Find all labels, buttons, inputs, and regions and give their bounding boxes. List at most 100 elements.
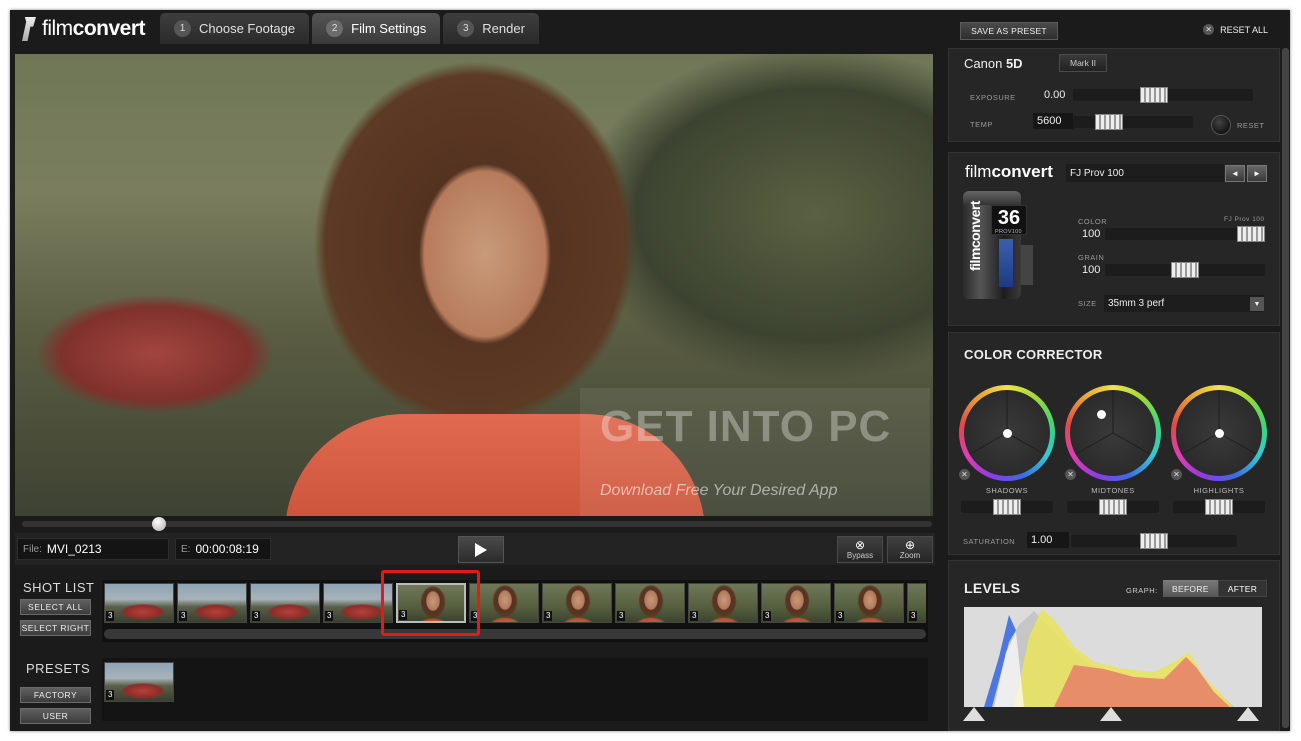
film-stock-panel: filmconvert FJ Prov 100 ◄ ► 36 PROV100 f… [948, 152, 1280, 326]
camera-variant-button[interactable]: Mark II [1059, 54, 1107, 72]
close-icon[interactable]: ✕ [1065, 469, 1076, 480]
right-panel-scrollbar[interactable] [1282, 48, 1289, 728]
camera-make: Canon [964, 56, 1003, 71]
midpoint-marker[interactable] [1100, 707, 1122, 721]
shot-thumbnail[interactable]: 3 [688, 583, 758, 623]
temp-slider[interactable] [1073, 114, 1193, 130]
color-slider-handle[interactable] [1237, 226, 1265, 242]
wheel-guides [1075, 390, 1151, 455]
tab-render[interactable]: 3 Render [443, 13, 539, 44]
saturation-value[interactable]: 1.00 [1027, 532, 1069, 548]
shot-thumbnail[interactable]: 3 [907, 583, 926, 623]
grain-value[interactable]: 100 [1082, 264, 1100, 276]
black-point-marker[interactable] [963, 707, 985, 721]
exposure-slider[interactable] [1073, 87, 1253, 103]
graph-label: GRAPH: [1126, 586, 1158, 595]
exposure-value[interactable]: 0.00 [1044, 89, 1065, 101]
saturation-label: SATURATION [963, 537, 1016, 546]
exposure-slider-handle[interactable] [1140, 87, 1168, 103]
save-as-preset-button[interactable]: SAVE AS PRESET [960, 22, 1058, 40]
chevron-down-icon[interactable]: ▼ [1250, 297, 1264, 311]
size-label: SIZE [1078, 299, 1097, 308]
film-logo-bold: convert [991, 162, 1053, 181]
camera-model: 5D [1005, 56, 1023, 71]
color-wheel[interactable] [1171, 385, 1267, 481]
reset-all-button[interactable]: ✕ RESET ALL [1203, 24, 1268, 35]
close-icon[interactable]: ✕ [959, 469, 970, 480]
wheel-slider[interactable] [1173, 499, 1265, 515]
zoom-button[interactable]: ⊕ Zoom [887, 536, 933, 563]
shot-thumbnail[interactable]: 3 [250, 583, 320, 623]
color-wheel[interactable] [1065, 385, 1161, 481]
shot-count: 3 [836, 611, 845, 621]
wheel-handle[interactable] [1097, 409, 1107, 419]
wheel-handle[interactable] [1214, 428, 1224, 438]
white-point-marker[interactable] [1237, 707, 1259, 721]
shot-thumbnail[interactable]: 3 [104, 583, 174, 623]
film-size-value: 35mm 3 perf [1108, 298, 1165, 309]
shot-thumbnail[interactable]: 3 [542, 583, 612, 623]
scrubber-handle[interactable] [151, 517, 166, 531]
wheel-slider-handle[interactable] [993, 499, 1021, 515]
timecode: 00:00:08:19 [195, 542, 259, 556]
wheel-slider[interactable] [1067, 499, 1159, 515]
color-corrector-title: COLOR CORRECTOR [964, 347, 1103, 362]
wheel-label: SHADOWS [985, 486, 1029, 495]
bypass-label: Bypass [846, 551, 874, 560]
color-slider[interactable] [1105, 226, 1265, 242]
color-wheel[interactable] [959, 385, 1055, 481]
tab-number: 2 [326, 20, 344, 37]
wheel-slider[interactable] [961, 499, 1053, 515]
camera-reset-knob[interactable] [1211, 115, 1231, 135]
film-size-select[interactable]: 35mm 3 perf [1104, 295, 1264, 312]
shot-thumbnail[interactable]: 3 [615, 583, 685, 623]
saturation-slider[interactable] [1071, 533, 1237, 549]
timeline-scrubber[interactable] [22, 517, 932, 531]
close-icon[interactable]: ✕ [1171, 469, 1182, 480]
grain-slider[interactable] [1105, 262, 1265, 278]
saturation-slider-handle[interactable] [1140, 533, 1168, 549]
color-value[interactable]: 100 [1082, 228, 1100, 240]
select-right-button[interactable]: SELECT RIGHT [20, 620, 91, 636]
color-corrector-panel: COLOR CORRECTOR ✕ SHADOWS ✕ MIDTONES ✕ HIGHLI… [948, 332, 1280, 555]
play-button[interactable] [458, 536, 504, 563]
factory-button[interactable]: FACTORY [20, 687, 91, 703]
wheel-handle[interactable] [1002, 428, 1012, 438]
play-icon [475, 542, 487, 557]
color-stock-label: FJ Prov 100 [1224, 216, 1265, 223]
shot-count: 3 [106, 611, 115, 621]
previous-stock-button[interactable]: ◄ [1225, 165, 1245, 182]
camera-reset-label[interactable]: RESET [1237, 121, 1265, 130]
shot-thumbnail[interactable]: 3 [177, 583, 247, 623]
grain-slider-handle[interactable] [1171, 262, 1199, 278]
canister-stock: PROV100 [995, 229, 1022, 235]
select-all-button[interactable]: SELECT ALL [20, 599, 91, 615]
timecode-field: E: 00:00:08:19 [175, 538, 271, 560]
shot-count: 3 [325, 611, 334, 621]
bypass-button[interactable]: ⊗ Bypass [837, 536, 883, 563]
wheel-slider-handle[interactable] [1205, 499, 1233, 515]
tab-film-settings[interactable]: 2 Film Settings [312, 13, 441, 44]
video-preview: GET INTO PC Download Free Your Desired A… [15, 54, 933, 516]
tab-choose-footage[interactable]: 1 Choose Footage [160, 13, 310, 44]
temp-value[interactable]: 5600 [1033, 113, 1073, 129]
preset-thumbnail[interactable]: 3 [104, 662, 174, 702]
shot-thumbnail[interactable]: 3 [761, 583, 831, 623]
tab-number: 3 [457, 20, 475, 37]
selection-highlight [381, 570, 480, 636]
film-stock-select[interactable]: FJ Prov 100 [1066, 164, 1224, 182]
shot-count: 3 [909, 611, 918, 621]
user-button[interactable]: USER [20, 708, 91, 724]
next-stock-button[interactable]: ► [1247, 165, 1267, 182]
wheel-label: MIDTONES [1091, 486, 1135, 495]
shot-list-scrollbar[interactable] [104, 629, 926, 639]
arrow-right-icon: ► [1253, 169, 1261, 178]
after-toggle[interactable]: AFTER [1217, 580, 1268, 597]
presets-title: PRESETS [26, 661, 91, 676]
before-toggle[interactable]: BEFORE [1163, 580, 1218, 597]
shot-list-title: SHOT LIST [23, 580, 95, 595]
wheel-slider-handle[interactable] [1099, 499, 1127, 515]
temp-slider-handle[interactable] [1095, 114, 1123, 130]
shot-thumbnail[interactable]: 3 [834, 583, 904, 623]
time-label: E: [181, 543, 191, 555]
